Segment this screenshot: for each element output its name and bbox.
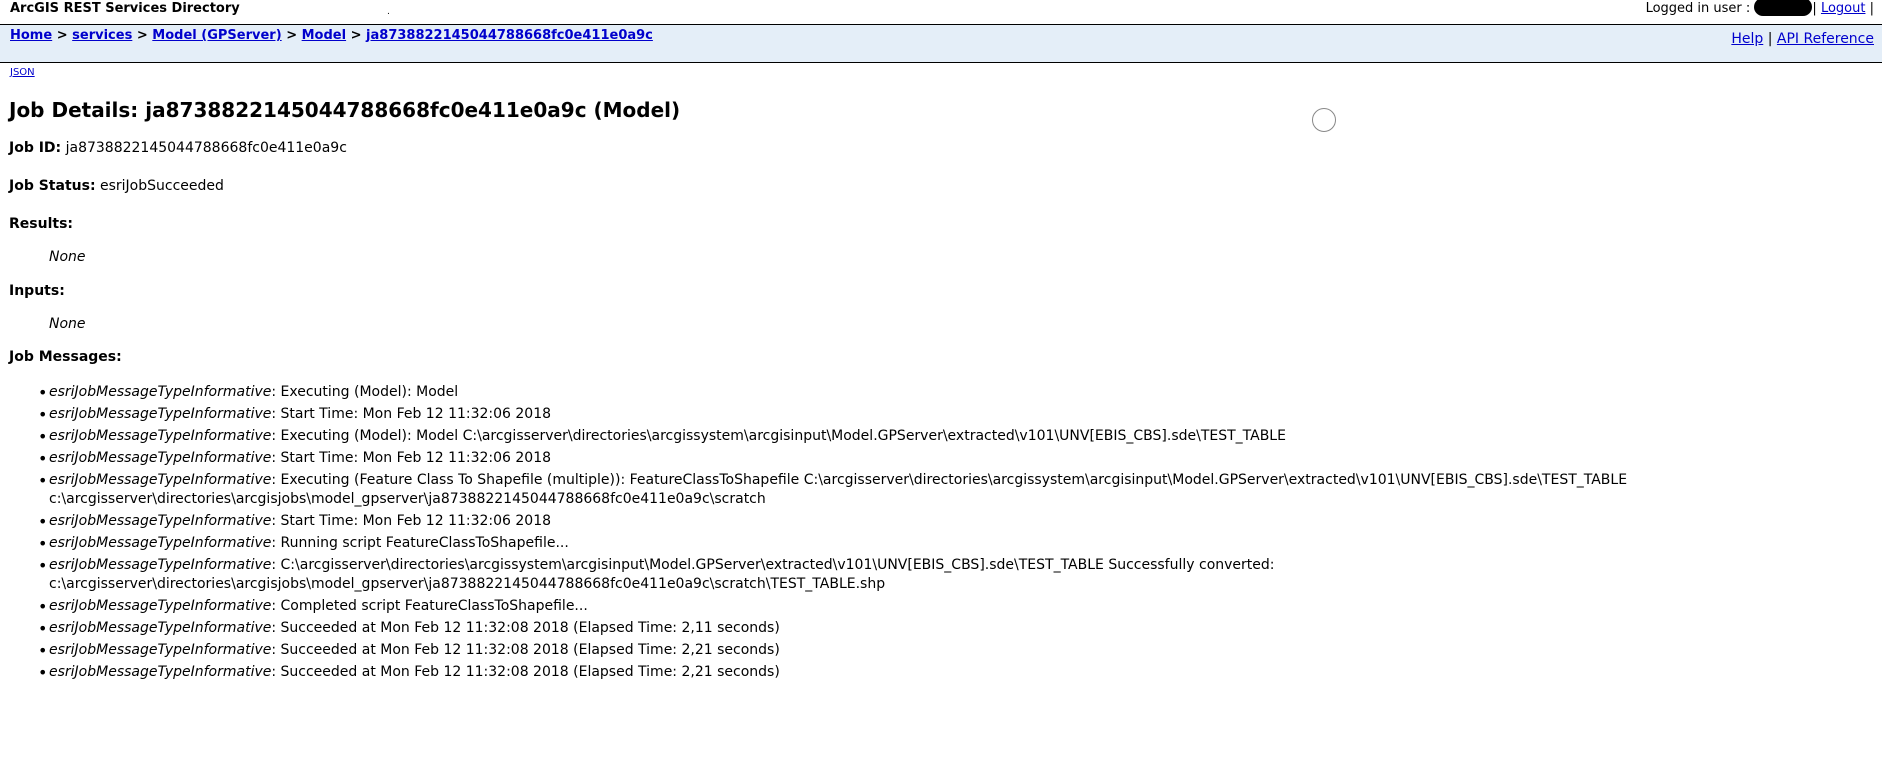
nav-bar: Home > services > Model (GPServer) > Mod…: [0, 25, 1882, 63]
job-message: esriJobMessageTypeInformative: Start Tim…: [38, 449, 1849, 468]
job-message: esriJobMessageTypeInformative: Start Tim…: [38, 512, 1849, 531]
job-id-row: Job ID: ja8738822145044788668fc0e411e0a9…: [9, 140, 347, 156]
message-text: : Completed script FeatureClassToShapefi…: [271, 598, 588, 614]
breadcrumb-model[interactable]: Model: [302, 28, 346, 43]
message-text: : Start Time: Mon Feb 12 11:32:06 2018: [271, 513, 552, 529]
job-id-label: Job ID:: [9, 140, 62, 156]
help-links: Help | API Reference: [1731, 31, 1874, 47]
app-title: ArcGIS REST Services Directory: [10, 1, 240, 16]
cursor-circle: [1312, 108, 1336, 132]
message-type: esriJobMessageTypeInformative: [49, 620, 272, 636]
message-type: esriJobMessageTypeInformative: [49, 664, 272, 680]
user-area: Logged in user : | Logout |: [1645, 0, 1874, 16]
message-type: esriJobMessageTypeInformative: [49, 384, 272, 400]
json-link[interactable]: JSON: [10, 67, 35, 78]
breadcrumb-separator: >: [56, 28, 68, 43]
nav-sep: |: [1767, 31, 1773, 47]
message-type: esriJobMessageTypeInformative: [49, 557, 272, 573]
breadcrumb-separator: >: [286, 28, 298, 43]
message-text: : Start Time: Mon Feb 12 11:32:06 2018: [271, 450, 552, 466]
breadcrumb: Home > services > Model (GPServer) > Mod…: [10, 28, 653, 43]
results-label: Results:: [9, 216, 73, 232]
job-messages-list: esriJobMessageTypeInformative: Executing…: [38, 383, 1849, 685]
message-type: esriJobMessageTypeInformative: [49, 406, 272, 422]
results-value: None: [49, 249, 86, 265]
breadcrumb-services[interactable]: services: [72, 28, 132, 43]
job-id-value: ja8738822145044788668fc0e411e0a9c: [65, 140, 347, 156]
job-message: esriJobMessageTypeInformative: Succeeded…: [38, 663, 1849, 682]
message-text: : Start Time: Mon Feb 12 11:32:06 2018: [271, 406, 552, 422]
breadcrumb-model-gpserver[interactable]: Model (GPServer): [152, 28, 281, 43]
job-message: esriJobMessageTypeInformative: Succeeded…: [38, 619, 1849, 638]
message-text: : Executing (Feature Class To Shapefile …: [49, 472, 1628, 507]
inputs-label: Inputs:: [9, 283, 65, 299]
job-message: esriJobMessageTypeInformative: Executing…: [38, 383, 1849, 402]
messages-heading: Job Messages:: [9, 349, 122, 365]
messages-label: Job Messages:: [9, 349, 122, 365]
redacted-username: [1754, 0, 1813, 16]
help-link[interactable]: Help: [1731, 31, 1763, 47]
user-sep-1: |: [1812, 1, 1817, 16]
breadcrumb-separator: >: [350, 28, 362, 43]
inputs-heading: Inputs:: [9, 283, 65, 299]
job-status-value: esriJobSucceeded: [100, 178, 224, 194]
top-bar: ArcGIS REST Services Directory . Logged …: [0, 0, 1882, 25]
message-type: esriJobMessageTypeInformative: [49, 535, 272, 551]
logged-in-label: Logged in user :: [1645, 1, 1751, 16]
message-type: esriJobMessageTypeInformative: [49, 598, 272, 614]
page-title: Job Details: ja8738822145044788668fc0e41…: [9, 98, 681, 122]
job-status-row: Job Status: esriJobSucceeded: [9, 178, 224, 194]
message-text: : Executing (Model): Model C:\arcgisserv…: [271, 428, 1286, 444]
message-text: : Running script FeatureClassToShapefile…: [271, 535, 569, 551]
message-text: : Executing (Model): Model: [271, 384, 459, 400]
message-type: esriJobMessageTypeInformative: [49, 450, 272, 466]
message-text: : Succeeded at Mon Feb 12 11:32:08 2018 …: [271, 642, 780, 658]
message-type: esriJobMessageTypeInformative: [49, 428, 272, 444]
breadcrumb-job[interactable]: ja8738822145044788668fc0e411e0a9c: [366, 28, 653, 43]
message-text: : Succeeded at Mon Feb 12 11:32:08 2018 …: [271, 620, 780, 636]
inputs-value: None: [49, 316, 86, 332]
message-text: : Succeeded at Mon Feb 12 11:32:08 2018 …: [271, 664, 780, 680]
job-message: esriJobMessageTypeInformative: Start Tim…: [38, 405, 1849, 424]
breadcrumb-separator: >: [136, 28, 148, 43]
message-type: esriJobMessageTypeInformative: [49, 513, 272, 529]
message-type: esriJobMessageTypeInformative: [49, 472, 272, 488]
job-message: esriJobMessageTypeInformative: Executing…: [38, 427, 1849, 446]
job-message: esriJobMessageTypeInformative: Completed…: [38, 597, 1849, 616]
breadcrumb-home[interactable]: Home: [10, 28, 52, 43]
job-message: esriJobMessageTypeInformative: Succeeded…: [38, 641, 1849, 660]
job-message: esriJobMessageTypeInformative: C:\arcgis…: [38, 556, 1849, 594]
message-type: esriJobMessageTypeInformative: [49, 642, 272, 658]
job-status-label: Job Status:: [9, 178, 96, 194]
api-reference-link[interactable]: API Reference: [1777, 31, 1874, 47]
results-heading: Results:: [9, 216, 73, 232]
stray-dot: .: [387, 7, 390, 17]
logout-link[interactable]: Logout: [1821, 1, 1866, 16]
user-sep-2: |: [1869, 1, 1874, 16]
job-message: esriJobMessageTypeInformative: Running s…: [38, 534, 1849, 553]
job-message: esriJobMessageTypeInformative: Executing…: [38, 471, 1849, 509]
